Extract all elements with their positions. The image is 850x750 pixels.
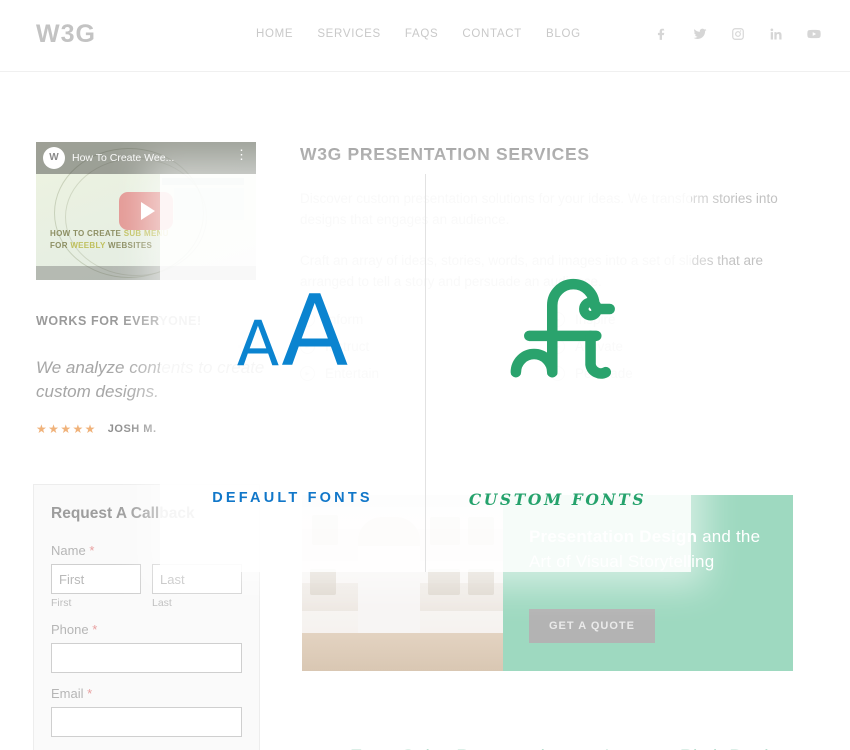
nav-item-contact[interactable]: CONTACT — [462, 28, 522, 40]
custom-font-glyph-area — [425, 174, 690, 490]
glyph-a-big: A — [281, 274, 349, 389]
facebook-icon[interactable] — [654, 25, 670, 43]
social-links — [654, 25, 822, 43]
video-caption-line2c: WEBSITES — [105, 241, 153, 250]
nav-item-services[interactable]: SERVICES — [317, 28, 381, 40]
email-required-mark: * — [87, 686, 93, 701]
video-topbar: W How To Create Wee... ⋮ — [36, 142, 256, 174]
fi-ligature-icon — [510, 278, 615, 379]
video-caption-line2a: FOR — [50, 241, 71, 250]
last-name-sublabel: Last — [152, 597, 172, 609]
default-fonts-label: DEFAULT FONTS — [212, 490, 373, 506]
video-caption-line1a: HOW TO CREATE — [50, 229, 124, 238]
video-title: How To Create Wee... — [72, 152, 175, 164]
star-rating: ★★★★★ — [36, 422, 97, 437]
instagram-icon[interactable] — [730, 25, 746, 43]
linkedin-icon[interactable] — [768, 25, 784, 43]
phone-field-label: Phone * — [51, 622, 242, 637]
nav-item-faqs[interactable]: FAQS — [405, 28, 438, 40]
get-a-quote-button[interactable]: GET A QUOTE — [529, 609, 655, 643]
nav-item-blog[interactable]: BLOG — [546, 28, 581, 40]
phone-label-text: Phone — [51, 622, 89, 637]
site-header: W3G HOME SERVICES FAQS CONTACT BLOG — [0, 0, 850, 72]
name-label-text: Name — [51, 543, 86, 558]
email-field-label: Email * — [51, 686, 242, 701]
twitter-icon[interactable] — [692, 25, 708, 43]
nav-item-home[interactable]: HOME — [256, 28, 293, 40]
name-required-mark: * — [89, 543, 95, 558]
first-name-input[interactable] — [51, 564, 141, 594]
first-name-sublabel: First — [51, 597, 72, 609]
main-navigation: HOME SERVICES FAQS CONTACT BLOG — [256, 28, 581, 40]
services-title: W3G PRESENTATION SERVICES — [300, 144, 590, 164]
modal-half-default: A A DEFAULT FONTS — [160, 174, 425, 572]
channel-avatar: W — [43, 147, 65, 169]
testimonial-author: JOSH M. — [107, 423, 157, 436]
page-root: W3G HOME SERVICES FAQS CONTACT BLOG W Ho… — [0, 0, 850, 750]
phone-field: Phone * — [51, 622, 242, 673]
phone-required-mark: * — [92, 622, 98, 637]
email-input[interactable] — [51, 707, 242, 737]
glyph-a-small: A — [236, 306, 280, 380]
video-menu-icon[interactable]: ⋮ — [235, 148, 248, 161]
default-font-glyph: A A — [236, 274, 349, 389]
custom-fonts-label: CUSTOM FONTS — [468, 490, 647, 509]
font-comparison-modal[interactable]: A A DEFAULT FONTS CUSTOM FONTS — [160, 174, 691, 572]
email-field: Email * — [51, 686, 242, 737]
email-label-text: Email — [51, 686, 84, 701]
tagline: From Sales Presentations to Investor Pit… — [332, 746, 802, 750]
video-caption: HOW TO CREATE SUB MENU FOR WEEBLY WEBSIT… — [50, 228, 169, 252]
first-name-unit: First — [51, 564, 141, 609]
video-caption-line2b: WEEBLY — [70, 241, 106, 250]
modal-half-custom: CUSTOM FONTS — [425, 174, 690, 572]
promo-photo-floor — [302, 633, 503, 671]
youtube-icon[interactable] — [806, 25, 822, 43]
phone-input[interactable] — [51, 643, 242, 673]
brand-logo[interactable]: W3G — [36, 20, 96, 49]
default-font-glyph-area: A A — [160, 174, 425, 490]
